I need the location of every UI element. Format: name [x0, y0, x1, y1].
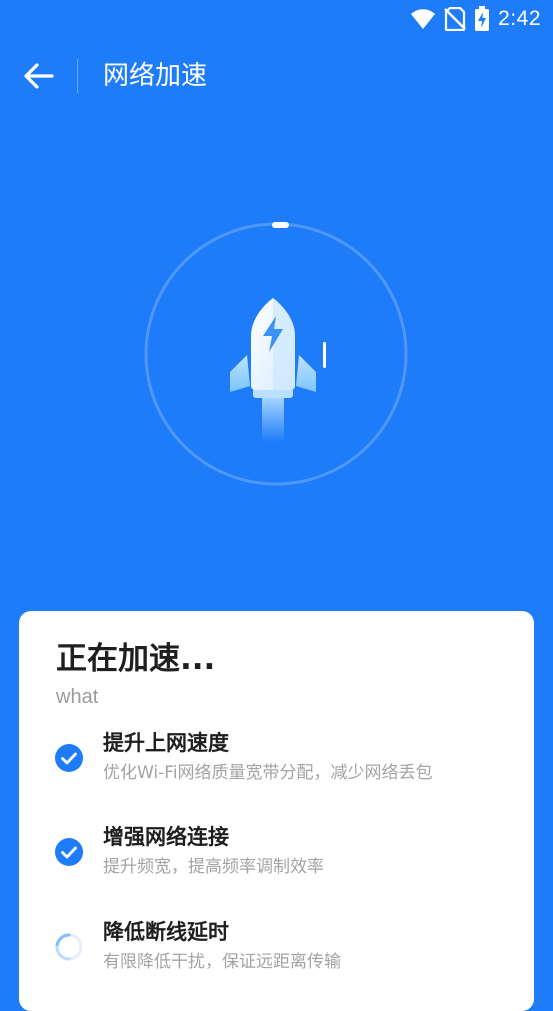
card-title: 正在加速... [56, 641, 216, 677]
status-time: 2:42 [498, 7, 541, 30]
speed-mark [323, 342, 326, 368]
no-sim-icon [444, 7, 466, 31]
acceleration-hero [0, 200, 553, 510]
progress-card: 正在加速... what 提升上网速度 优化Wi-Fi网络质量宽带分配，减少网络… [19, 611, 534, 1011]
arrow-left-icon [24, 63, 54, 89]
status-bar: 2:42 [0, 0, 553, 38]
task-description: 优化Wi-Fi网络质量宽带分配，减少网络丢包 [103, 763, 433, 783]
page-title: 网络加速 [103, 61, 208, 91]
status-icons: 2:42 [410, 6, 541, 32]
task-description: 有限降低干扰，保证远距离传输 [103, 952, 341, 972]
task-title: 提升上网速度 [103, 731, 229, 755]
progress-ring-marker [272, 222, 289, 228]
wifi-icon [411, 9, 436, 29]
task-item: 增强网络连接 提升频宽，提高频率调制效率 [54, 822, 514, 882]
header-divider [77, 59, 78, 93]
task-title: 增强网络连接 [103, 825, 229, 849]
check-circle-icon [55, 744, 83, 772]
battery-charging-icon [475, 6, 490, 31]
back-button[interactable] [16, 54, 60, 98]
card-subtitle: what [56, 686, 99, 708]
loading-spinner-icon [55, 933, 83, 961]
task-title: 降低断线延时 [103, 920, 229, 944]
rocket-icon [230, 298, 316, 442]
progress-ring [144, 222, 408, 486]
task-description: 提升频宽，提高频率调制效率 [103, 857, 324, 877]
check-circle-icon [55, 838, 83, 866]
task-item: 降低断线延时 有限降低干扰，保证远距离传输 [54, 917, 514, 977]
app-bar: 网络加速 [0, 46, 553, 106]
task-item: 提升上网速度 优化Wi-Fi网络质量宽带分配，减少网络丢包 [54, 728, 514, 788]
